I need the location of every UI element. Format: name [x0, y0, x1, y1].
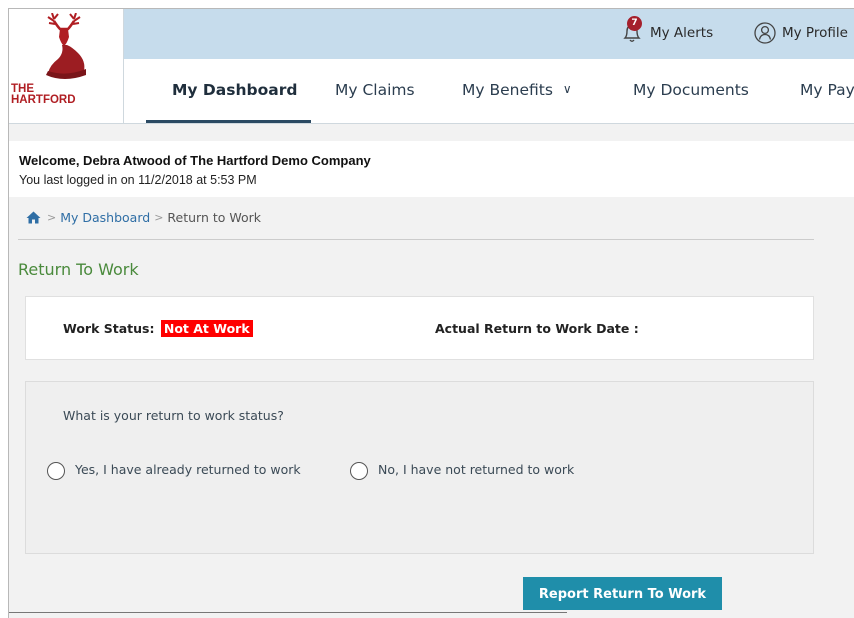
work-status-card: Work Status: Not At Work Actual Return t…: [25, 296, 814, 360]
return-status-question-card: What is your return to work status? Yes,…: [25, 381, 814, 554]
page-title: Return To Work: [18, 260, 139, 279]
brand-wordmark: THE HARTFORD: [11, 83, 81, 106]
chevron-down-icon: ∨: [562, 82, 572, 96]
alerts-link[interactable]: 7 My Alerts: [620, 16, 714, 44]
radio-not-returned[interactable]: [350, 462, 368, 480]
breadcrumb-divider: [18, 239, 814, 240]
user-icon: [754, 22, 776, 44]
nav-my-documents[interactable]: My Documents: [633, 81, 749, 99]
work-status-label: Work Status:: [63, 321, 155, 336]
nav-my-benefits-label: My Benefits: [462, 81, 553, 99]
option-not-returned-label: No, I have not returned to work: [378, 462, 575, 477]
option-not-returned[interactable]: No, I have not returned to work: [350, 461, 583, 480]
work-status-badge: Not At Work: [160, 320, 253, 337]
header-spacer: [9, 124, 854, 141]
report-return-to-work-button[interactable]: Report Return To Work: [523, 577, 722, 610]
radio-returned[interactable]: [47, 462, 65, 480]
work-status: Work Status: Not At Work: [63, 320, 253, 337]
nav-my-dashboard[interactable]: My Dashboard: [172, 81, 297, 99]
alerts-count-badge: 7: [627, 16, 642, 31]
home-icon[interactable]: [26, 211, 41, 224]
nav-my-claims[interactable]: My Claims: [335, 81, 415, 99]
main-nav: My Dashboard My Claims My Benefits ∨ My D…: [124, 59, 854, 123]
breadcrumb-current: Return to Work: [167, 210, 262, 225]
main-content: > My Dashboard > Return to Work Return T…: [9, 197, 854, 618]
breadcrumb-separator: >: [47, 211, 57, 224]
breadcrumb-link-dashboard[interactable]: My Dashboard: [60, 210, 150, 225]
brand-line2: HARTFORD: [11, 94, 76, 106]
welcome-message: Welcome, Debra Atwood of The Hartford De…: [19, 153, 371, 168]
nav-my-benefits[interactable]: My Benefits ∨: [462, 81, 572, 99]
return-date-label: Actual Return to Work Date :: [435, 321, 639, 336]
welcome-banner: Welcome, Debra Atwood of The Hartford De…: [9, 141, 854, 197]
bottom-divider: [9, 612, 567, 613]
option-returned[interactable]: Yes, I have already returned to work: [47, 461, 320, 480]
nav-my-pay[interactable]: My Pay: [800, 81, 854, 99]
stag-icon: [46, 13, 86, 79]
profile-label: My Profile: [782, 25, 848, 41]
alerts-label: My Alerts: [650, 25, 714, 41]
option-returned-label: Yes, I have already returned to work: [75, 462, 301, 477]
bell-icon: 7: [620, 16, 644, 44]
utility-bar: 7 My Alerts My Profile: [124, 9, 854, 59]
last-login-text: You last logged in on 11/2/2018 at 5:53 …: [19, 173, 257, 187]
breadcrumb-separator: >: [154, 211, 164, 224]
brand-logo[interactable]: THE HARTFORD: [9, 9, 124, 123]
profile-link[interactable]: My Profile: [754, 22, 848, 44]
question-text: What is your return to work status?: [63, 408, 284, 423]
breadcrumb: > My Dashboard > Return to Work: [26, 210, 261, 225]
